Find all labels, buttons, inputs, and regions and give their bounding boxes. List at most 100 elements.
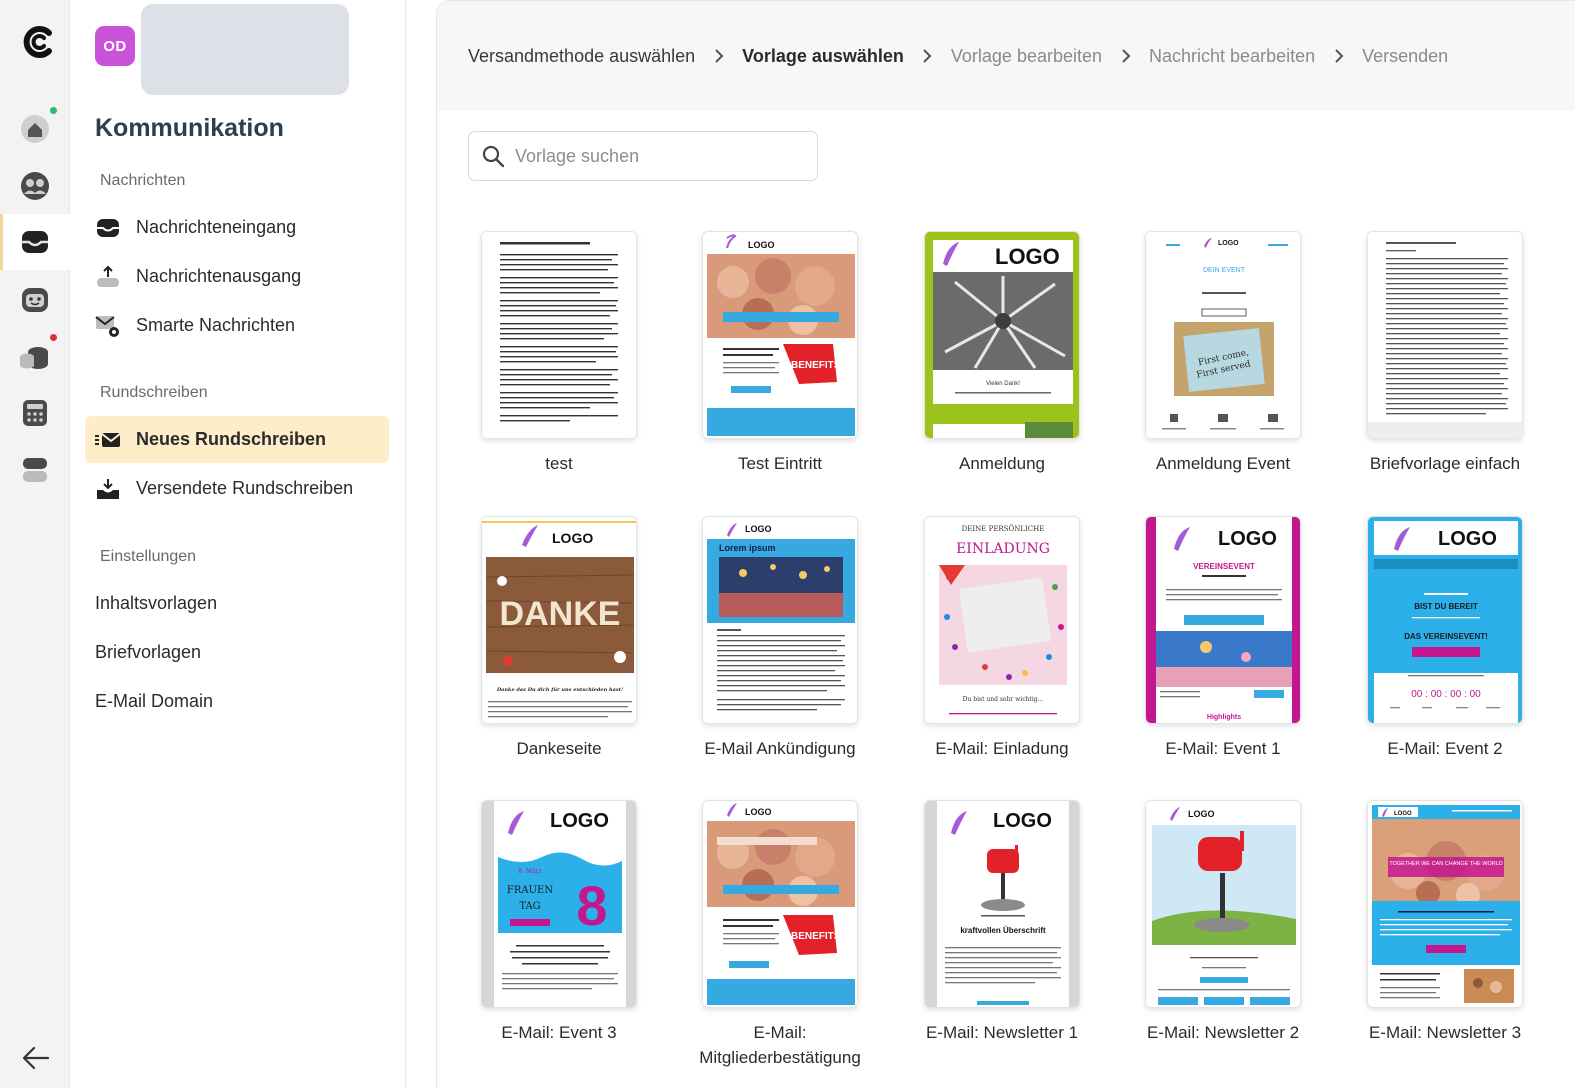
svg-text:Lorem ipsum: Lorem ipsum [719,543,776,553]
svg-text:Highlights: Highlights [1207,714,1241,721]
svg-text:LOGO: LOGO [1218,528,1277,550]
breadcrumb-step-vorlage-auswaehlen[interactable]: Vorlage auswählen [742,46,904,67]
template-search[interactable] [468,131,818,181]
app-logo-icon[interactable] [18,22,58,62]
template-label: E-Mail: Event 3 [501,1023,617,1042]
template-thumbnail[interactable]: LOGO Vielen Dank! [924,231,1080,439]
storage-icon [23,458,47,482]
organization-avatar[interactable]: OD [95,26,135,66]
rail-storage-button[interactable] [0,442,70,498]
svg-text:BENEFITS: BENEFITS [791,360,841,371]
template-thumbnail[interactable]: LOGO BENEFITS [702,800,858,1008]
svg-text:LOGO: LOGO [1218,240,1239,247]
chevron-right-icon [695,49,742,63]
app-rail [0,0,70,1088]
sidebar-item-smarte-nachrichten[interactable]: Smarte Nachrichten [85,302,389,349]
search-input[interactable] [515,145,805,167]
template-thumbnail[interactable]: LOGO TOGETHER WE CAN CHANGE THE WORLD [1367,800,1523,1008]
coins-icon [20,347,48,369]
template-thumbnail[interactable] [481,231,637,439]
home-icon [21,115,49,143]
template-label: Briefvorlage einfach [1369,454,1521,473]
svg-text:DANKE: DANKE [500,595,621,633]
svg-text:kraftvollen Überschrift: kraftvollen Überschrift [960,926,1046,935]
sidebar-item-nachrichtenausgang[interactable]: Nachrichtenausgang [85,253,389,300]
rail-finance-button[interactable] [0,328,70,384]
inbox-icon [95,215,121,241]
members-icon [21,172,49,200]
svg-text:DAS VEREINSEVENT!: DAS VEREINSEVENT! [1404,632,1488,641]
svg-text:LOGO: LOGO [748,240,775,250]
template-thumbnail[interactable]: LOGO BIST DU BEREIT DAS VEREINSEVENT! 00… [1367,516,1523,724]
svg-text:LOGO: LOGO [550,810,609,832]
template-label: test [545,454,573,473]
notification-dot [48,332,59,343]
template-label: E-Mail: Newsletter 3 [1368,1023,1522,1042]
template-label: E-Mail Ankündigung [704,739,856,758]
sidebar-item-neues-rundschreiben[interactable]: Neues Rundschreiben [85,416,389,463]
sidebar-item-nachrichteneingang[interactable]: Nachrichteneingang [85,204,389,251]
svg-text:LOGO: LOGO [552,530,593,546]
template-label: Dankeseite [516,739,602,758]
breadcrumb-step-versandmethode[interactable]: Versandmethode auswählen [468,46,695,67]
sidebar-link-briefvorlagen[interactable]: Briefvorlagen [95,642,201,663]
sent-tray-icon [95,476,121,502]
svg-text:LOGO: LOGO [745,807,772,817]
sidebar-link-inhaltsvorlagen[interactable]: Inhaltsvorlagen [95,593,217,614]
sidebar-title: Kommunikation [95,114,284,142]
svg-text:TAG: TAG [519,901,540,912]
arrow-left-icon [22,1046,50,1070]
svg-text:VEREINSEVENT: VEREINSEVENT [1193,562,1255,571]
template-selection-panel: Versandmethode auswählen Vorlage auswähl… [436,0,1575,1088]
breadcrumb: Versandmethode auswählen Vorlage auswähl… [437,1,1575,111]
search-icon [482,145,505,168]
rail-assistant-button[interactable] [0,272,70,328]
robot-icon [22,288,48,312]
organization-name-placeholder[interactable] [141,4,349,95]
new-mail-icon [95,427,121,453]
breadcrumb-step-vorlage-bearbeiten: Vorlage bearbeiten [950,45,1103,66]
template-thumbnail[interactable]: LOGO 8. März FRAUEN TAG 8 [481,800,637,1008]
sidebar-link-email-domain[interactable]: E-Mail Domain [95,691,213,712]
section-heading-nachrichten: Nachrichten [100,172,186,189]
template-label: Anmeldung [958,454,1045,473]
svg-text:LOGO: LOGO [1188,809,1215,819]
svg-text:BENEFITS: BENEFITS [791,931,841,942]
template-label: E-Mail: Event 1 [1165,739,1281,758]
template-thumbnail[interactable]: LOGO VEREINSEVENT Highlights [1145,516,1301,724]
svg-text:00 : 00 : 00 : 00: 00 : 00 : 00 : 00 [1411,689,1481,700]
svg-text:EINLADUNG: EINLADUNG [956,541,1050,557]
collapse-back-button[interactable] [18,1040,54,1076]
chevron-right-icon [1102,49,1149,63]
svg-text:Danke das Du dich für uns ents: Danke das Du dich für uns entschieden ha… [496,686,623,693]
template-thumbnail[interactable]: LOGO BENEFITS [702,231,858,439]
rail-members-button[interactable] [0,158,70,214]
template-thumbnail[interactable] [1367,231,1523,439]
template-thumbnail[interactable]: LOGO [1145,800,1301,1008]
sidebar-item-label: Neues Rundschreiben [136,429,327,449]
svg-text:LOGO: LOGO [1394,811,1412,817]
template-thumbnail[interactable]: LOGO Lorem ipsum [702,516,858,724]
template-label: E-Mail: Newsletter 2 [1146,1023,1300,1042]
svg-text:BIST DU BEREIT: BIST DU BEREIT [1414,602,1478,611]
template-thumbnail[interactable]: LOGO kraftvollen Überschrift [924,800,1080,1008]
rail-home-button[interactable] [0,101,70,157]
calculator-icon [23,400,47,426]
status-dot [48,105,59,116]
svg-text:8. März: 8. März [518,868,541,875]
svg-text:LOGO: LOGO [1438,528,1497,550]
section-heading-einstellungen: Einstellungen [100,548,197,565]
outbox-icon [95,264,121,290]
rail-communication-button[interactable] [0,214,70,270]
breadcrumb-step-versenden: Versenden [1362,45,1449,66]
rail-calculator-button[interactable] [0,385,70,441]
svg-text:DEIN EVENT: DEIN EVENT [1203,267,1246,274]
sidebar-item-versendete-rundschreiben[interactable]: Versendete Rundschreiben [85,465,389,512]
template-label: Anmeldung Event [1155,454,1291,473]
template-thumbnail[interactable]: DEINE PERSÖNLICHE EINLADUNG Du bist und … [924,516,1080,724]
template-thumbnail[interactable]: LOGO DANKE Danke das Du dich für uns ent… [481,516,637,724]
template-label: E-Mail: Einladung [935,739,1069,758]
svg-text:FRAUEN: FRAUEN [507,885,553,896]
svg-text:LOGO: LOGO [993,810,1052,832]
template-thumbnail[interactable]: LOGO DEIN EVENT First come, First served [1145,231,1301,439]
